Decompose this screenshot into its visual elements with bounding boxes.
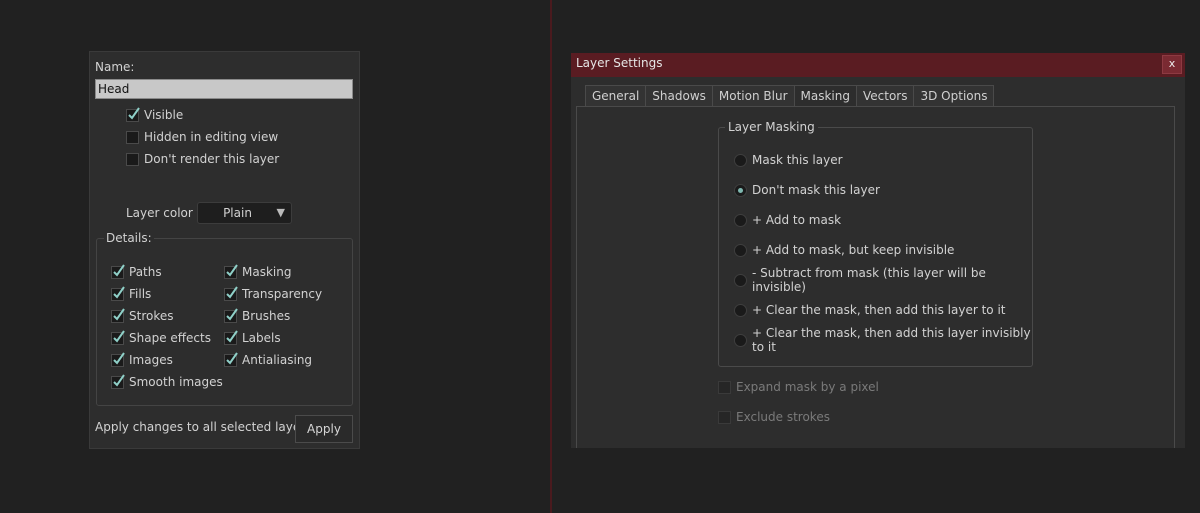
dont-mask-label: Don't mask this layer xyxy=(752,183,880,197)
brushes-checkbox[interactable] xyxy=(224,307,238,323)
shape-effects-checkbox-row[interactable]: Shape effects xyxy=(111,329,211,347)
tab-motion-blur[interactable]: Motion Blur xyxy=(711,85,795,106)
dont-mask-radio[interactable] xyxy=(734,183,747,197)
fills-checkbox-row[interactable]: Fills xyxy=(111,285,151,303)
transparency-label: Transparency xyxy=(242,287,323,301)
subtract-from-mask-option[interactable]: - Subtract from mask (this layer will be… xyxy=(734,266,1032,294)
expand-mask-checkbox[interactable] xyxy=(718,380,731,394)
transparency-checkbox[interactable] xyxy=(224,285,238,301)
tab-3d-options[interactable]: 3D Options xyxy=(913,85,995,106)
add-to-mask-invisible-option[interactable]: + Add to mask, but keep invisible xyxy=(734,241,954,259)
layer-properties-panel: Name: Visible Hidden in editing view Don… xyxy=(89,51,360,449)
antialiasing-label: Antialiasing xyxy=(242,353,313,367)
smooth-images-label: Smooth images xyxy=(129,375,223,389)
strokes-label: Strokes xyxy=(129,309,174,323)
details-label: Details: xyxy=(104,231,154,245)
antialiasing-checkbox[interactable] xyxy=(224,351,238,367)
paths-label: Paths xyxy=(129,265,162,279)
dont-render-checkbox-row[interactable]: Don't render this layer xyxy=(126,150,279,168)
mask-this-layer-radio[interactable] xyxy=(734,153,747,167)
images-label: Images xyxy=(129,353,173,367)
dont-mask-option[interactable]: Don't mask this layer xyxy=(734,181,880,199)
exclude-strokes-checkbox[interactable] xyxy=(718,410,731,424)
clear-and-add-radio[interactable] xyxy=(734,303,747,317)
subtract-from-mask-radio[interactable] xyxy=(734,273,747,287)
hidden-in-editing-checkbox-row[interactable]: Hidden in editing view xyxy=(126,128,278,146)
smooth-images-checkbox[interactable] xyxy=(111,373,125,389)
mask-this-layer-label: Mask this layer xyxy=(752,153,843,167)
dont-render-label: Don't render this layer xyxy=(144,152,280,166)
mask-this-layer-option[interactable]: Mask this layer xyxy=(734,151,843,169)
add-to-mask-option[interactable]: + Add to mask xyxy=(734,211,841,229)
shape-effects-label: Shape effects xyxy=(129,331,211,345)
labels-label: Labels xyxy=(242,331,281,345)
layer-color-label: Layer color xyxy=(126,206,193,220)
antialiasing-checkbox-row[interactable]: Antialiasing xyxy=(224,351,312,369)
exclude-strokes-label: Exclude strokes xyxy=(736,410,830,424)
details-group: Details: Paths Fills Strokes Shape effec… xyxy=(96,231,353,406)
tab-vectors[interactable]: Vectors xyxy=(855,85,915,106)
strokes-checkbox-row[interactable]: Strokes xyxy=(111,307,174,325)
labels-checkbox-row[interactable]: Labels xyxy=(224,329,281,347)
visible-checkbox[interactable] xyxy=(126,106,140,122)
visible-label: Visible xyxy=(144,108,184,122)
layer-masking-label: Layer Masking xyxy=(725,120,818,134)
labels-checkbox[interactable] xyxy=(224,329,238,345)
clear-and-add-option[interactable]: + Clear the mask, then add this layer to… xyxy=(734,301,1006,319)
apply-button[interactable]: Apply xyxy=(295,415,353,443)
layer-name-input[interactable] xyxy=(95,79,353,99)
dialog-title: Layer Settings xyxy=(576,56,663,70)
tab-shadows[interactable]: Shadows xyxy=(645,85,713,106)
clear-and-add-invisibly-label: + Clear the mask, then add this layer in… xyxy=(752,326,1031,354)
layer-masking-group: Layer Masking Mask this layer Don't mask… xyxy=(718,120,1033,367)
expand-mask-checkbox-row[interactable]: Expand mask by a pixel xyxy=(718,378,879,396)
add-to-mask-invisible-radio[interactable] xyxy=(734,243,747,257)
clear-and-add-invisibly-option[interactable]: + Clear the mask, then add this layer in… xyxy=(734,326,1032,354)
transparency-checkbox-row[interactable]: Transparency xyxy=(224,285,322,303)
masking-tab-content: Layer Masking Mask this layer Don't mask… xyxy=(576,106,1175,448)
visible-checkbox-row[interactable]: Visible xyxy=(126,106,183,124)
images-checkbox-row[interactable]: Images xyxy=(111,351,173,369)
tab-general[interactable]: General xyxy=(585,85,647,106)
add-to-mask-radio[interactable] xyxy=(734,213,747,227)
expand-mask-label: Expand mask by a pixel xyxy=(736,380,879,394)
shape-effects-checkbox[interactable] xyxy=(111,329,125,345)
subtract-from-mask-label: - Subtract from mask (this layer will be… xyxy=(752,266,986,294)
layer-color-value: Plain xyxy=(223,206,252,220)
apply-changes-label: Apply changes to all selected layers: xyxy=(95,420,316,434)
smooth-images-checkbox-row[interactable]: Smooth images xyxy=(111,373,223,391)
masking-checkbox-row[interactable]: Masking xyxy=(224,263,291,281)
fills-checkbox[interactable] xyxy=(111,285,125,301)
layer-settings-dialog: Layer Settings x General Shadows Motion … xyxy=(571,53,1185,448)
close-button[interactable]: x xyxy=(1162,55,1182,74)
paths-checkbox-row[interactable]: Paths xyxy=(111,263,162,281)
close-icon: x xyxy=(1168,57,1176,70)
exclude-strokes-checkbox-row[interactable]: Exclude strokes xyxy=(718,408,830,426)
images-checkbox[interactable] xyxy=(111,351,125,367)
brushes-label: Brushes xyxy=(242,309,291,323)
layer-color-dropdown[interactable]: Plain ▼ xyxy=(197,202,292,224)
clear-and-add-label: + Clear the mask, then add this layer to… xyxy=(752,303,1006,317)
dialog-title-bar[interactable]: Layer Settings x xyxy=(571,53,1185,77)
tab-masking[interactable]: Masking xyxy=(793,85,857,106)
strokes-checkbox[interactable] xyxy=(111,307,125,323)
add-to-mask-invisible-label: + Add to mask, but keep invisible xyxy=(752,243,955,257)
masking-checkbox[interactable] xyxy=(224,263,238,279)
tab-bar: General Shadows Motion Blur Masking Vect… xyxy=(585,85,995,106)
fills-label: Fills xyxy=(129,287,152,301)
window-divider xyxy=(550,0,552,513)
add-to-mask-label: + Add to mask xyxy=(752,213,842,227)
paths-checkbox[interactable] xyxy=(111,263,125,279)
chevron-down-icon: ▼ xyxy=(276,206,285,219)
clear-and-add-invisibly-radio[interactable] xyxy=(734,333,747,347)
hidden-in-editing-checkbox[interactable] xyxy=(126,130,139,144)
masking-label: Masking xyxy=(242,265,292,279)
hidden-in-editing-label: Hidden in editing view xyxy=(144,130,279,144)
brushes-checkbox-row[interactable]: Brushes xyxy=(224,307,290,325)
name-label: Name: xyxy=(95,60,135,74)
dont-render-checkbox[interactable] xyxy=(126,152,139,166)
